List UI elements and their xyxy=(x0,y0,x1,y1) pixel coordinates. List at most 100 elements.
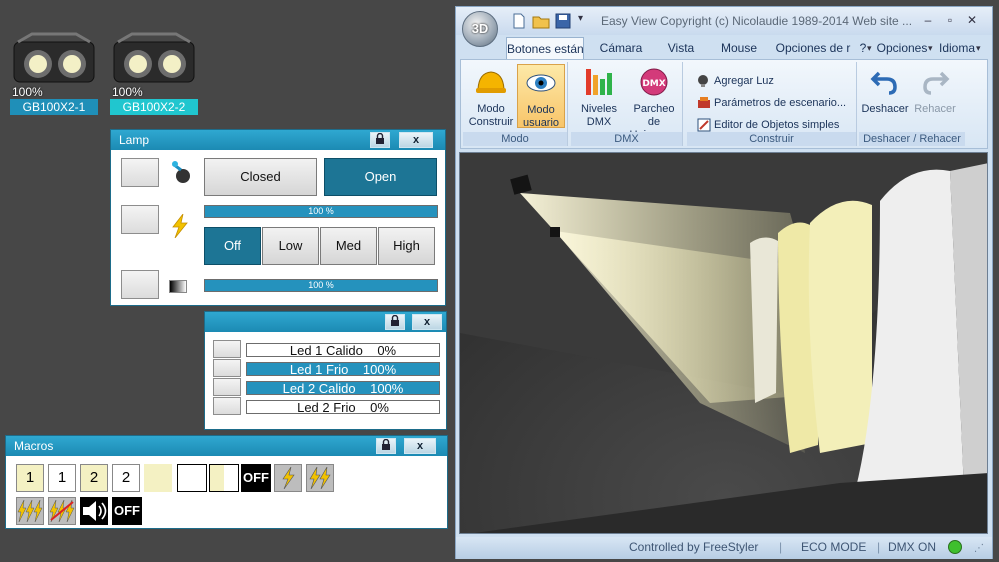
led-level-bar[interactable]: Led 2 Calido 100% xyxy=(246,381,440,395)
led-level-bar[interactable]: Led 1 Calido 0% xyxy=(246,343,440,357)
fade-bar[interactable]: 100 % xyxy=(204,279,438,292)
editor-objetos-button[interactable]: Editor de Objetos simples xyxy=(697,117,839,133)
lamp-panel: Lamp x Closed Open 100 % Off Low Med Hig… xyxy=(110,129,446,306)
macro-strobe-1[interactable] xyxy=(274,464,302,492)
3d-scene xyxy=(460,153,987,533)
led-gap xyxy=(348,362,362,377)
macro-all-warm[interactable] xyxy=(144,464,172,492)
led-value: 100% xyxy=(370,381,404,396)
modo-construir-button[interactable]: Modo Construir xyxy=(467,64,515,128)
modo-usuario-button[interactable]: Modo usuario xyxy=(517,64,565,129)
macro-led2-cold[interactable]: 2 xyxy=(112,464,140,492)
group-label: DMX xyxy=(571,132,682,146)
led-panel-titlebar[interactable] xyxy=(205,312,446,332)
deshacer-button[interactable]: Deshacer xyxy=(861,64,909,128)
tab-botones[interactable]: Botones están xyxy=(506,37,584,59)
macro-sound[interactable] xyxy=(80,497,108,525)
minimize-icon[interactable]: – xyxy=(919,13,937,27)
led-gap xyxy=(356,400,370,415)
status-bar: Controlled by FreeStyler | ECO MODE | DM… xyxy=(456,537,992,559)
parametros-escenario-button[interactable]: Parámetros de escenario... xyxy=(697,95,846,111)
group-construir: Agregar Luz Parámetros de escenario... E… xyxy=(687,62,857,146)
dimmer-channel-button[interactable] xyxy=(121,205,159,234)
strobe-med-button[interactable]: Med xyxy=(320,227,377,265)
led-label: Led 1 Frio xyxy=(289,362,349,377)
maximize-icon[interactable]: ▫ xyxy=(941,13,959,27)
shutter-closed-button[interactable]: Closed xyxy=(204,158,317,196)
tab-vista[interactable]: Vista xyxy=(656,37,706,59)
fade-channel-button[interactable] xyxy=(121,270,159,299)
strobe-high-button[interactable]: High xyxy=(378,227,435,265)
shutter-channel-button[interactable] xyxy=(121,158,159,187)
lock-button[interactable] xyxy=(370,132,390,148)
agregar-luz-button[interactable]: Agregar Luz xyxy=(697,73,774,89)
strobe-low-button[interactable]: Low xyxy=(262,227,319,265)
group-dmx: Niveles DMX DMX Parcheo de Universos DMX xyxy=(571,62,683,146)
close-button[interactable]: x xyxy=(399,132,433,148)
ribbon: Modo Construir Modo usuario Modo Niveles… xyxy=(460,59,988,149)
niveles-dmx-button[interactable]: Niveles DMX xyxy=(575,64,623,128)
editor-objetos-label: Editor de Objetos simples xyxy=(714,119,840,131)
resize-grip-icon[interactable]: ⋰ xyxy=(974,543,984,554)
led-channel-button[interactable] xyxy=(213,397,241,415)
fixture-tile-1[interactable]: 100% GB100X2-1 xyxy=(10,26,100,118)
quick-access-dropdown-icon[interactable]: ▾ xyxy=(578,13,583,24)
random-lightning-icon xyxy=(49,499,75,523)
close-button[interactable]: x xyxy=(404,438,436,454)
led-level-bar[interactable]: Led 2 Frio 0% xyxy=(246,400,440,414)
fixture-icon xyxy=(13,32,95,83)
fixture-tile-2[interactable]: 100% GB100X2-2 xyxy=(110,26,200,118)
parcheo-universos-button[interactable]: DMX Parcheo de Universos xyxy=(627,64,681,141)
macro-off[interactable]: OFF xyxy=(241,464,271,492)
strobe-off-button[interactable]: Off xyxy=(204,227,261,265)
rehacer-button[interactable]: Rehacer xyxy=(911,64,959,128)
lamp-panel-titlebar[interactable]: Lamp xyxy=(111,130,445,150)
lock-button[interactable] xyxy=(376,438,396,454)
dimmer-bar[interactable]: 100 % xyxy=(204,205,438,218)
tab-opciones-de[interactable]: Opciones de r xyxy=(774,37,852,59)
macro-led1-cold[interactable]: 1 xyxy=(48,464,76,492)
new-file-icon[interactable] xyxy=(511,13,527,29)
led-level-text: Led 2 Frio 0% xyxy=(247,400,439,415)
led-channel-button[interactable] xyxy=(213,378,241,396)
parametros-escenario-label: Parámetros de escenario... xyxy=(714,97,847,109)
open-folder-icon[interactable] xyxy=(532,13,550,29)
status-controlled: Controlled by FreeStyler xyxy=(629,540,759,554)
led-level-text: Led 1 Frio 100% xyxy=(247,362,439,377)
fixture-percent: 100% xyxy=(112,85,143,99)
led-channel-button[interactable] xyxy=(213,359,241,377)
tab-mouse[interactable]: Mouse xyxy=(713,37,765,59)
rehacer-label: Rehacer xyxy=(914,103,956,115)
opciones-dropdown-icon: ▾ xyxy=(928,43,933,53)
macro-all-cold[interactable] xyxy=(177,464,207,492)
group-label: Deshacer / Rehacer xyxy=(859,132,965,146)
undo-icon xyxy=(870,71,897,95)
led-level-bar[interactable]: Led 1 Frio 100% xyxy=(246,362,440,376)
save-icon[interactable] xyxy=(555,13,571,29)
macro-strobe-3[interactable] xyxy=(16,497,44,525)
app-logo-button[interactable]: 3D xyxy=(462,11,498,47)
opciones-menu[interactable]: Opciones xyxy=(876,37,928,59)
idioma-menu[interactable]: Idioma xyxy=(938,37,976,59)
macro-strobe-random[interactable] xyxy=(48,497,76,525)
status-eco: ECO MODE xyxy=(801,540,867,554)
close-window-icon[interactable]: ✕ xyxy=(963,13,981,27)
svg-text:DMX: DMX xyxy=(642,79,665,89)
macro-led2-warm[interactable]: 2 xyxy=(80,464,108,492)
macro-off-2[interactable]: OFF xyxy=(112,497,142,525)
led-channel-button[interactable] xyxy=(213,340,241,358)
tab-camara[interactable]: Cámara xyxy=(591,37,651,59)
shutter-open-button[interactable]: Open xyxy=(324,158,437,196)
panel-title: Macros xyxy=(14,439,54,453)
3d-viewport[interactable] xyxy=(459,152,988,534)
fixture-name: GB100X2-1 xyxy=(10,99,98,115)
macro-led1-warm[interactable]: 1 xyxy=(16,464,44,492)
double-lightning-icon xyxy=(309,466,331,490)
macros-panel: Macros x 1 1 2 2 OFF OFF xyxy=(5,435,448,529)
dmx-globe-icon: DMX xyxy=(640,68,668,96)
macro-mix[interactable] xyxy=(209,464,239,492)
group-undo: Deshacer Rehacer Deshacer / Rehacer xyxy=(859,62,965,146)
macro-strobe-2[interactable] xyxy=(306,464,334,492)
close-button[interactable]: x xyxy=(412,314,442,330)
lock-button[interactable] xyxy=(385,314,405,330)
